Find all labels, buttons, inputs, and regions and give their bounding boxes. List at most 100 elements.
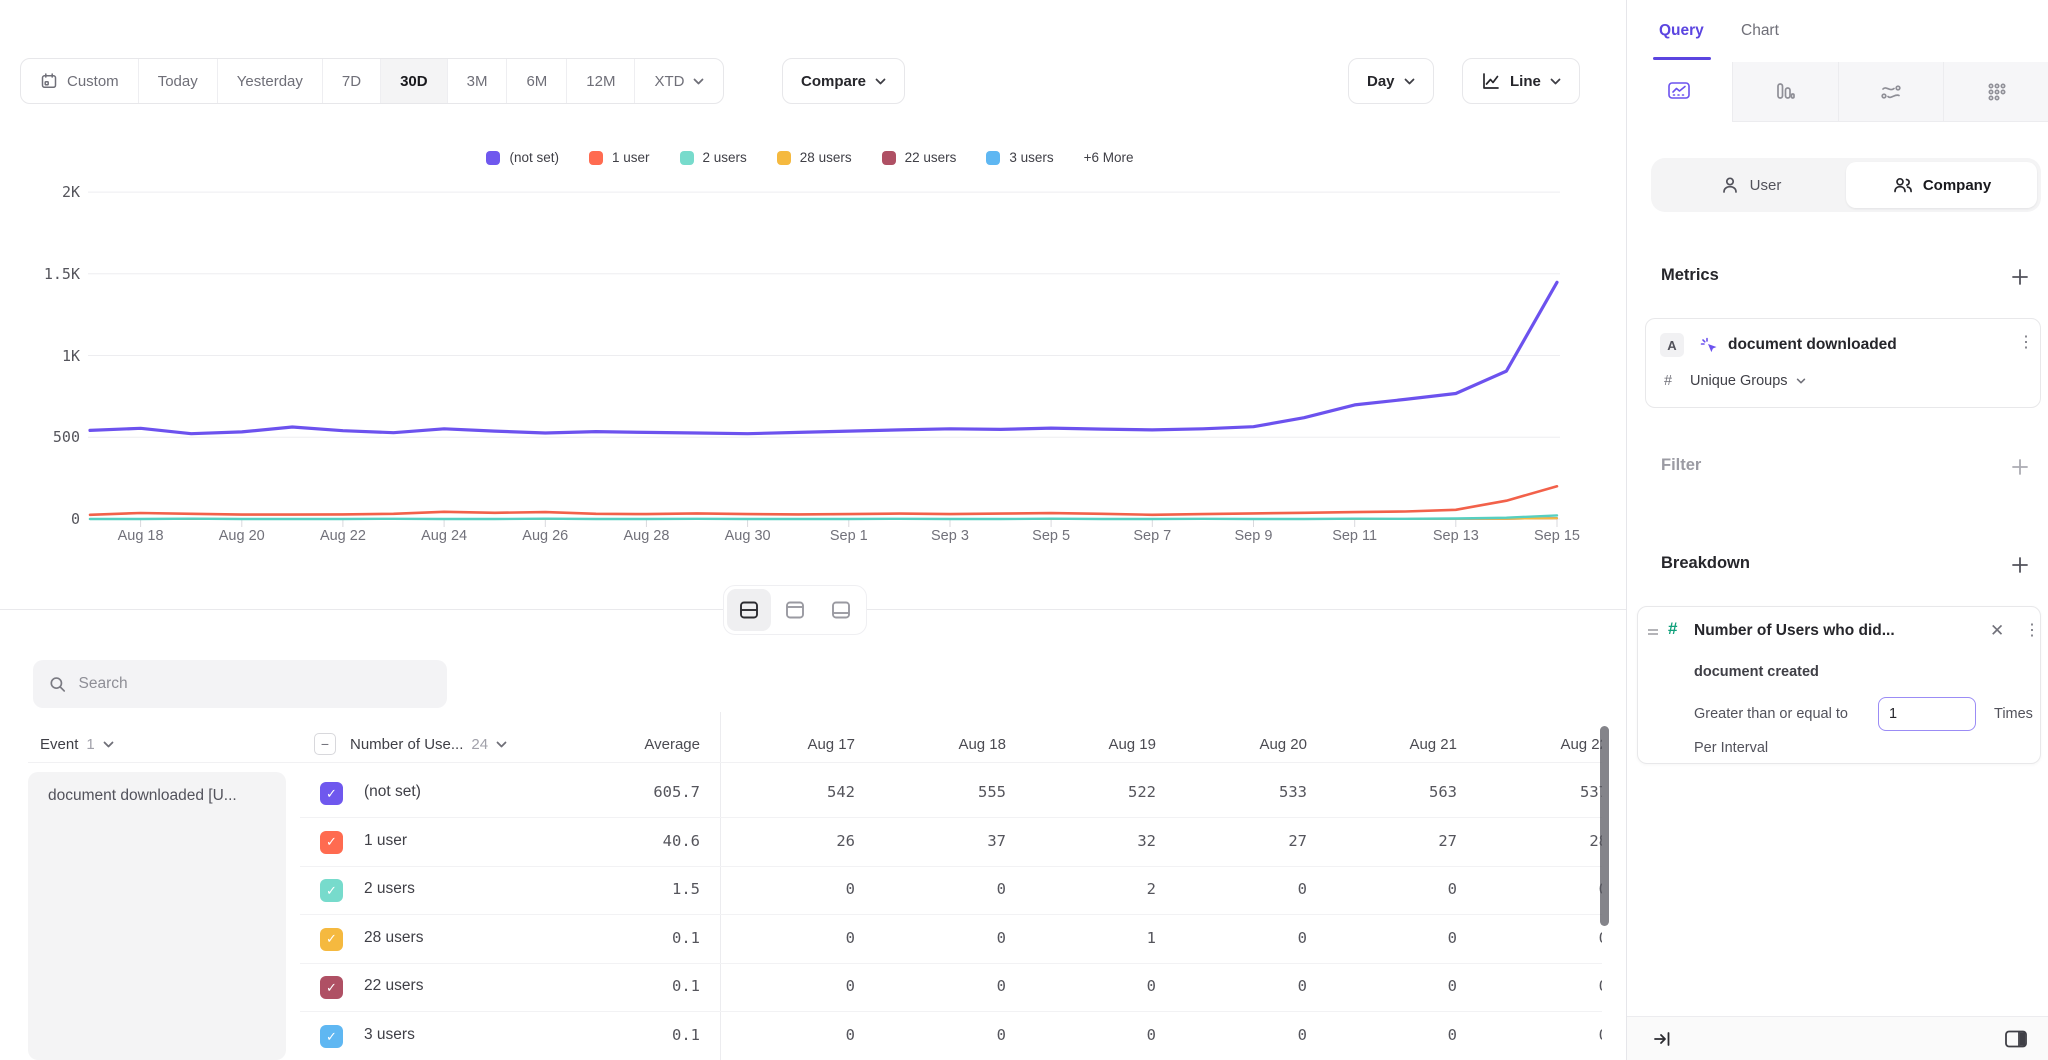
tab-query[interactable]: Query [1659, 22, 1704, 40]
legend-item[interactable]: 28 users [777, 150, 852, 165]
table-row[interactable]: ✓3 users0.1000000 [300, 1012, 1602, 1060]
numeric-property-icon: # [1668, 619, 1677, 639]
row-checkbox[interactable]: ✓ [320, 831, 343, 854]
cell-value: 0 [705, 929, 855, 947]
layout-top-button[interactable] [773, 589, 817, 631]
legend-item[interactable]: 1 user [589, 150, 650, 165]
range-label: XTD [654, 73, 684, 90]
cell-value: 27 [1307, 832, 1457, 850]
chart-type-matrix-tab[interactable] [1943, 62, 2048, 122]
legend-swatch [986, 151, 1000, 165]
dot-grid-icon [1986, 81, 2008, 103]
range-6m[interactable]: 6M [507, 59, 567, 103]
event-row[interactable]: document downloaded [U... [28, 772, 286, 1060]
table-row[interactable]: ✓22 users0.1000000 [300, 963, 1602, 1012]
search-input[interactable] [79, 675, 431, 693]
row-checkbox[interactable]: ✓ [320, 928, 343, 951]
query-panel: Query Chart [1626, 0, 2048, 1060]
search-box[interactable] [33, 660, 447, 708]
x-tick-label: Sep 1 [804, 528, 894, 544]
close-icon[interactable]: ✕ [1990, 621, 2004, 641]
group-column-header[interactable]: Number of Use... 24 [350, 736, 507, 753]
chevron-down-icon [875, 78, 886, 85]
breakdown-condition: Greater than or equal to [1694, 706, 1848, 722]
row-checkbox[interactable]: ✓ [320, 782, 343, 805]
row-checkbox[interactable]: ✓ [320, 1025, 343, 1048]
legend-label: (not set) [509, 150, 559, 165]
range-30d[interactable]: 30D [381, 59, 448, 103]
series-line-2-users[interactable] [90, 515, 1557, 519]
legend-item[interactable]: 2 users [680, 150, 747, 165]
times-input[interactable] [1878, 697, 1976, 731]
add-metric-button[interactable] [2009, 266, 2031, 288]
metric-menu-button[interactable]: ⋮ [2018, 335, 2034, 351]
range-label: Yesterday [237, 73, 303, 90]
toggle-right-panel-icon[interactable] [2003, 1028, 2029, 1050]
table-row[interactable]: ✓1 user40.6263732272728 [300, 818, 1602, 867]
range-today[interactable]: Today [139, 59, 218, 103]
x-tick-label: Sep 3 [905, 528, 995, 544]
chart-type-funnel-tab[interactable] [1732, 62, 1838, 122]
toggle-user[interactable]: User [1655, 162, 1846, 208]
range-3m[interactable]: 3M [448, 59, 508, 103]
x-tick-label: Aug 24 [399, 528, 489, 544]
cell-value: 0 [856, 977, 1006, 995]
tab-chart[interactable]: Chart [1741, 22, 1779, 40]
legend-more[interactable]: +6 More [1084, 150, 1134, 165]
times-label: Times [1994, 706, 2033, 722]
vertical-scrollbar[interactable] [1600, 726, 1609, 926]
table-row[interactable]: ✓2 users1.5002000 [300, 866, 1602, 915]
date-column-header: Aug 21 [1307, 736, 1457, 753]
interval-dropdown[interactable]: Day [1348, 58, 1434, 104]
add-breakdown-button[interactable] [2009, 554, 2031, 576]
segmentation-chart-icon [1667, 81, 1691, 103]
chart-style-label: Line [1510, 73, 1541, 90]
event-column-header[interactable]: Event 1 [40, 736, 114, 753]
average-value: 0.1 [550, 977, 700, 995]
collapse-panel-icon[interactable] [1651, 1028, 1673, 1050]
legend-item[interactable]: 22 users [882, 150, 957, 165]
bottom-view-icon [830, 599, 852, 621]
row-label: 2 users [364, 880, 415, 898]
aggregation-dropdown[interactable]: Unique Groups [1690, 373, 1806, 389]
cell-value: 0 [1157, 977, 1307, 995]
range-label: 12M [586, 73, 615, 90]
hash-icon: # [1664, 373, 1672, 389]
range-xtd[interactable]: XTD [635, 59, 723, 103]
row-checkbox[interactable]: ✓ [320, 879, 343, 902]
user-company-toggle: User Company [1651, 158, 2041, 212]
breakdown-menu-button[interactable]: ⋮ [2024, 623, 2040, 639]
per-interval-label: Per Interval [1694, 740, 1768, 756]
row-label: 22 users [364, 977, 423, 995]
chart-style-dropdown[interactable]: Line [1462, 58, 1580, 104]
chart-type-line-tab[interactable] [1627, 62, 1732, 122]
average-value: 605.7 [550, 783, 700, 801]
range-7d[interactable]: 7D [323, 59, 381, 103]
range-12m[interactable]: 12M [567, 59, 635, 103]
row-checkbox[interactable]: ✓ [320, 976, 343, 999]
cell-value: 0 [1458, 1026, 1602, 1044]
line-chart[interactable] [0, 185, 1626, 535]
cell-value: 28 [1458, 832, 1602, 850]
breakdown-card[interactable]: # Number of Users who did... ✕ ⋮ documen… [1637, 606, 2041, 764]
table-row[interactable]: ✓28 users0.1001000 [300, 915, 1602, 964]
metric-card[interactable]: A document downloaded ⋮ # Unique Groups [1645, 318, 2041, 408]
add-filter-button[interactable] [2009, 456, 2031, 478]
series-line--not-set-[interactable] [90, 282, 1557, 433]
series-line-1-user[interactable] [90, 486, 1557, 515]
layout-bottom-button[interactable] [819, 589, 863, 631]
layout-split-button[interactable] [727, 589, 771, 631]
table-row[interactable]: ✓(not set)605.7542555522533563537 [300, 769, 1602, 818]
range-yesterday[interactable]: Yesterday [218, 59, 323, 103]
legend-item[interactable]: (not set) [486, 150, 559, 165]
chart-type-flow-tab[interactable] [1838, 62, 1944, 122]
compare-button[interactable]: Compare [782, 58, 905, 104]
cell-value: 0 [856, 880, 1006, 898]
toggle-company[interactable]: Company [1846, 162, 2037, 208]
legend-label: 28 users [800, 150, 852, 165]
legend-item[interactable]: 3 users [986, 150, 1053, 165]
select-all-checkbox[interactable]: − [314, 733, 336, 755]
legend-swatch [680, 151, 694, 165]
drag-handle-icon[interactable] [1646, 627, 1660, 639]
range-custom[interactable]: Custom [21, 59, 139, 103]
